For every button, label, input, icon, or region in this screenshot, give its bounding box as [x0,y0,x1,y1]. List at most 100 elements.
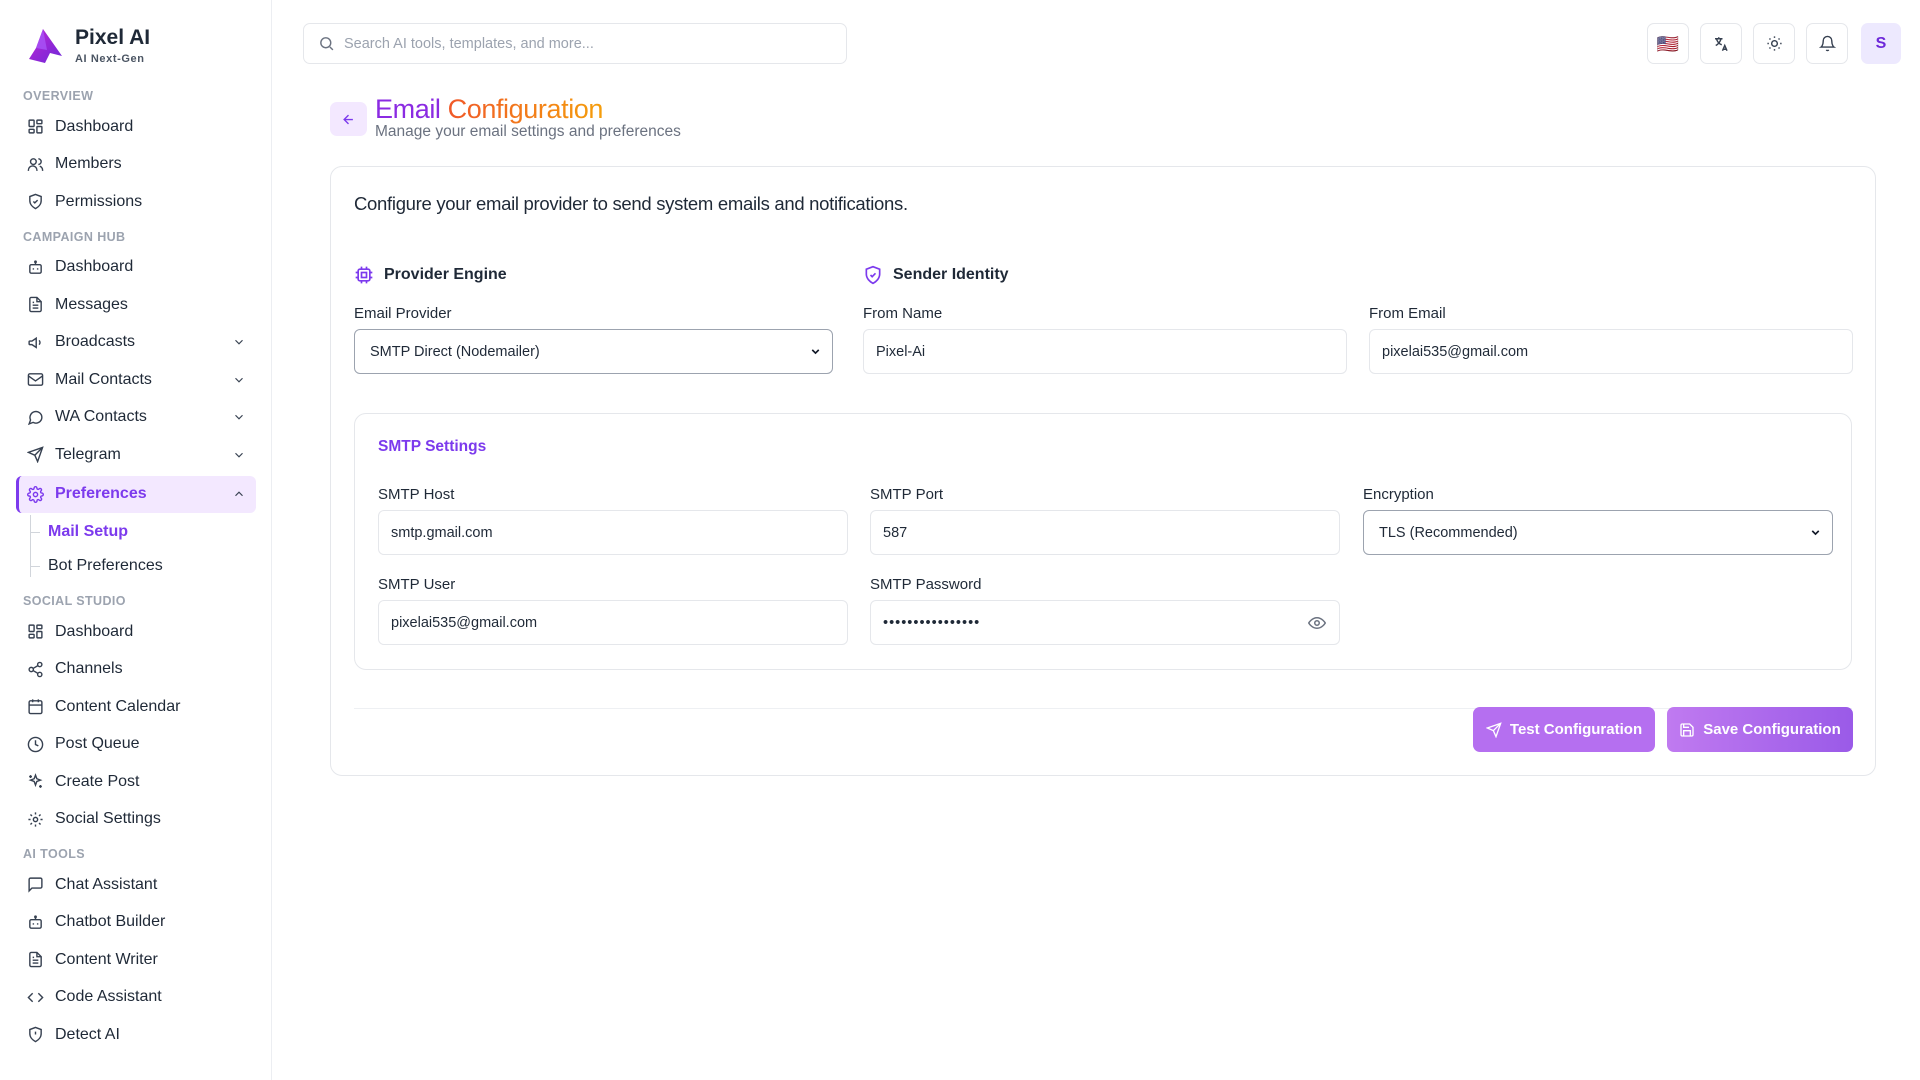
sidebar-item-label: Members [55,155,122,173]
code-icon [27,992,44,1003]
translate-button[interactable] [1700,23,1742,64]
sidebar-item-chatbot-builder[interactable]: Chatbot Builder [16,904,256,942]
save-configuration-button[interactable]: Save Configuration [1667,707,1853,752]
sidebar-item-social-settings[interactable]: Social Settings [16,801,256,839]
chevron-down-icon [811,349,820,355]
chevron-down-icon [235,452,243,458]
from-name-input[interactable] [863,329,1347,374]
sidebar-item-label: Code Assistant [55,988,162,1006]
sidebar-item-mail-contacts[interactable]: Mail Contacts [16,361,256,399]
smtp-user-label: SMTP User [378,576,456,593]
sidebar-item-messages[interactable]: Messages [16,286,256,324]
bell-icon [1818,35,1836,52]
users-icon [27,157,44,171]
smtp-port-label: SMTP Port [870,486,944,503]
encryption-value: TLS (Recommended) [1379,524,1518,541]
sidebar-item-content-calendar[interactable]: Content Calendar [16,688,256,726]
megaphone-icon [28,336,41,349]
sender-identity-heading: Sender Identity [863,265,1009,285]
search-input[interactable] [344,35,824,52]
chevron-down-icon [235,415,243,420]
sidebar-item-permissions[interactable]: Permissions [16,183,256,221]
app-name: Pixel AI [75,26,151,49]
sidebar-item-label: Chatbot Builder [55,913,166,931]
sidebar-item-create-post[interactable]: Create Post [16,763,256,801]
sidebar-item-campaign-dashboard[interactable]: Dashboard [16,249,256,287]
sidebar-item-label: Dashboard [55,117,134,135]
sidebar-item-label: WA Contacts [55,408,147,426]
sidebar-item-social-dashboard[interactable]: Dashboard [16,613,256,651]
encryption-label: Encryption [1363,486,1434,503]
sidebar-subitem-mail-setup[interactable]: Mail Setup [30,515,256,549]
test-configuration-label: Test Configuration [1509,721,1643,738]
grid-icon [28,119,43,134]
language-button[interactable]: 🇺🇸 [1647,23,1689,64]
smtp-user-input[interactable] [378,600,848,645]
smtp-password-input[interactable] [870,600,1340,645]
sender-identity-title: Sender Identity [893,266,1009,283]
sidebar-item-channels[interactable]: Channels [16,651,256,689]
smtp-password-wrapper [870,600,1340,645]
sidebar-item-dashboard[interactable]: Dashboard [16,108,256,146]
smtp-host-input[interactable] [378,510,848,555]
message-square-icon [28,877,43,893]
preferences-submenu: Mail Setup Bot Preferences [30,515,256,583]
sidebar-item-label: Preferences [55,485,147,503]
nav-section-overview: OVERVIEW [23,89,94,103]
global-search[interactable] [303,23,847,64]
email-provider-select[interactable]: SMTP Direct (Nodemailer) [354,329,833,374]
from-email-input[interactable] [1369,329,1853,374]
sidebar-item-label: Social Settings [55,810,161,828]
gear-icon [27,485,44,503]
page-title-part1: Email [375,94,441,124]
eye-icon[interactable] [1308,614,1326,632]
encryption-select[interactable]: TLS (Recommended) [1363,510,1833,555]
clock-icon [27,736,44,753]
translate-icon [1715,36,1728,51]
smtp-password-label: SMTP Password [870,576,982,593]
file-text-icon [29,296,42,313]
pixel-ai-logo-icon [29,29,62,63]
theme-toggle-button[interactable] [1753,23,1795,64]
sidebar-item-label: Broadcasts [55,333,136,351]
sidebar-item-members[interactable]: Members [16,146,256,184]
smtp-settings-panel: SMTP Settings SMTP Host SMTP Port Encryp… [354,413,1852,670]
sidebar-item-detect-ai[interactable]: Detect AI [16,1016,256,1054]
chevron-down-icon [1811,530,1820,536]
sidebar-subitem-bot-preferences[interactable]: Bot Preferences [30,549,256,583]
notifications-button[interactable] [1806,23,1848,64]
app-logo[interactable]: Pixel AI AI Next-Gen [26,26,150,66]
sidebar-item-broadcasts[interactable]: Broadcasts [16,324,256,362]
bot-icon [29,915,42,929]
sparkles-icon [28,773,43,789]
sidebar-item-code-assistant[interactable]: Code Assistant [16,979,256,1017]
sidebar-item-label: Create Post [55,772,140,790]
sidebar-item-wa-contacts[interactable]: WA Contacts [16,399,256,437]
sidebar-item-label: Permissions [55,192,143,210]
chevron-down-icon [235,340,243,345]
smtp-port-input[interactable] [870,510,1340,555]
sidebar-item-telegram[interactable]: Telegram [16,436,256,474]
sidebar-nav: OVERVIEW Dashboard Members Permissions C… [16,84,256,1054]
sidebar-item-post-queue[interactable]: Post Queue [16,726,256,764]
chevron-up-icon [235,491,243,497]
page-title: Email Configuration [375,92,603,126]
app-tagline: AI Next-Gen [75,53,145,65]
sidebar-item-chat-assistant[interactable]: Chat Assistant [16,866,256,904]
back-button[interactable] [330,102,367,136]
user-avatar[interactable]: S [1861,23,1901,64]
test-configuration-button[interactable]: Test Configuration [1473,707,1655,752]
sidebar-item-preferences[interactable]: Preferences [16,475,256,513]
calendar-icon [28,699,43,715]
send-icon [1485,721,1502,738]
sidebar-item-content-writer[interactable]: Content Writer [16,941,256,979]
page-title-part2: Configuration [440,94,604,124]
sidebar-item-label: Content Calendar [55,697,181,715]
message-circle-icon [27,410,43,425]
nav-section-social-studio: SOCIAL STUDIO [23,594,126,608]
provider-engine-title: Provider Engine [384,266,507,283]
sidebar: Pixel AI AI Next-Gen OVERVIEW Dashboard … [0,0,272,1080]
sidebar-item-label: Dashboard [55,622,134,640]
email-provider-value: SMTP Direct (Nodemailer) [370,343,540,360]
send-icon [27,446,44,464]
